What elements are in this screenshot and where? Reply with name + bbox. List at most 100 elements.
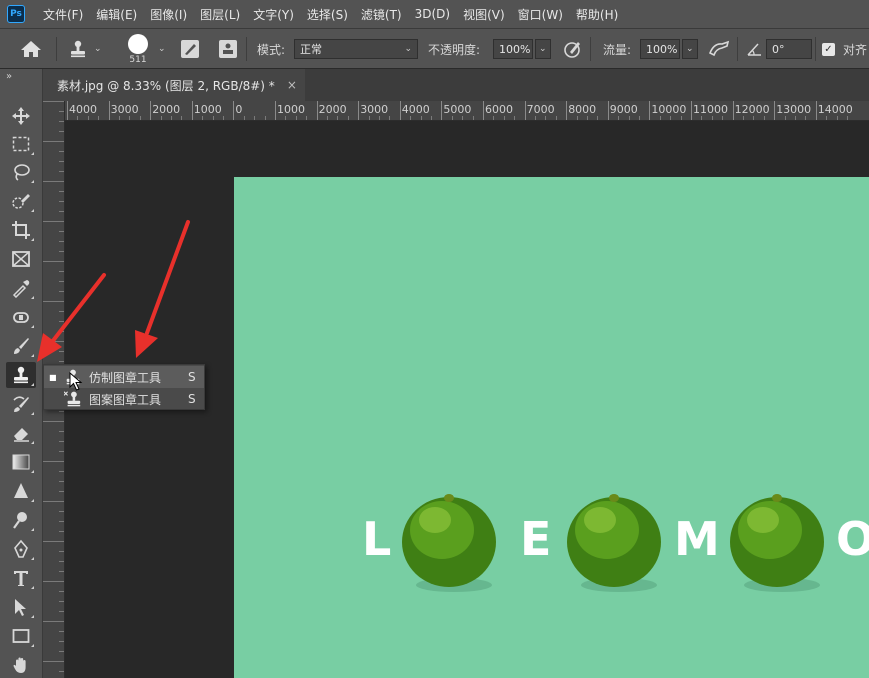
pen-tool[interactable] <box>6 536 36 562</box>
checkbox-checked-icon: ✓ <box>822 42 835 56</box>
ruler-tick-minor <box>181 116 183 120</box>
ruler-tick <box>59 241 64 242</box>
flyout-item-pattern-stamp[interactable]: 图案图章工具 S <box>44 388 204 410</box>
ruler-tick <box>59 161 64 162</box>
blur-tool[interactable] <box>6 478 36 504</box>
path-selection-tool[interactable] <box>6 594 36 620</box>
home-icon[interactable] <box>20 29 42 69</box>
tool-preset-picker[interactable]: ⌄ <box>68 29 102 69</box>
brush-preset-dropdown[interactable]: ⌄ <box>158 29 166 69</box>
collapse-panel-icon[interactable]: » <box>6 71 12 82</box>
menu-help[interactable]: 帮助(H) <box>576 6 618 23</box>
menu-type[interactable]: 文字(Y) <box>253 6 294 23</box>
menu-select[interactable]: 选择(S) <box>307 6 348 23</box>
chevron-down-icon: ⌄ <box>94 44 102 54</box>
rectangle-tool[interactable] <box>6 623 36 649</box>
mode-select[interactable]: 正常 ⌄ <box>294 29 418 69</box>
menu-image[interactable]: 图像(I) <box>150 6 187 23</box>
ruler-tick-minor <box>743 116 744 120</box>
ruler-tick <box>59 551 64 552</box>
pressure-opacity-button[interactable] <box>562 29 582 69</box>
angle-field[interactable]: 0° <box>766 29 812 69</box>
flow-field[interactable]: 100% ⌄ <box>640 29 698 69</box>
ruler-tick <box>43 461 64 462</box>
gradient-icon <box>12 454 30 470</box>
ruler-tick-minor <box>576 116 578 120</box>
brush-preset-picker[interactable]: 511 <box>128 29 148 69</box>
brush-tool[interactable] <box>6 333 36 359</box>
flow-value[interactable]: 100% <box>640 39 680 59</box>
lime-image <box>728 485 826 593</box>
opacity-value[interactable]: 100% <box>493 39 533 59</box>
menu-file[interactable]: 文件(F) <box>43 6 83 23</box>
ruler-tick <box>316 101 318 120</box>
ruler-tick-minor <box>431 116 432 120</box>
separator <box>815 37 816 61</box>
close-icon[interactable]: × <box>287 78 297 92</box>
menu-filter[interactable]: 滤镜(T) <box>361 6 402 23</box>
history-brush-tool[interactable] <box>6 391 36 417</box>
aligned-checkbox[interactable]: ✓ 对齐 <box>822 29 867 69</box>
ruler-label: 8000 <box>568 103 597 116</box>
document-tab-title: 素材.jpg @ 8.33% (图层 2, RGB/8#) * <box>57 78 275 93</box>
ruler-tick-minor <box>119 116 120 120</box>
history-brush-icon <box>13 396 29 412</box>
horizontal-ruler[interactable]: 4000 3000 2000 1000 0 1000 2000 3000 4000 5000 600… <box>65 101 869 121</box>
ruler-tick <box>607 101 609 120</box>
ruler-tick <box>43 421 64 422</box>
crop-tool[interactable] <box>6 217 36 243</box>
angle-icon <box>746 29 762 69</box>
ruler-tick-minor <box>701 116 703 120</box>
mode-label: 模式: <box>257 42 286 57</box>
eraser-tool[interactable] <box>6 420 36 446</box>
brush-panel-icon <box>181 40 199 58</box>
ruler-tick <box>59 151 64 152</box>
brush-settings-panel-button[interactable] <box>180 29 200 69</box>
opacity-dropdown[interactable]: ⌄ <box>535 39 551 59</box>
chevron-down-icon: ⌄ <box>158 44 166 54</box>
clone-source-panel-button[interactable] <box>218 29 238 69</box>
hand-tool[interactable] <box>6 652 36 678</box>
type-tool[interactable] <box>6 565 36 591</box>
ruler-tick <box>732 101 734 120</box>
ruler-tick-minor <box>285 116 287 120</box>
photoshop-logo-icon[interactable]: Ps <box>7 5 25 23</box>
menu-3d[interactable]: 3D(D) <box>415 7 450 21</box>
airbrush-button[interactable] <box>708 29 730 69</box>
ruler-tick <box>59 671 64 672</box>
angle-value[interactable]: 0° <box>766 39 812 59</box>
ruler-tick <box>275 101 276 120</box>
ruler-tick-minor <box>493 116 495 120</box>
ruler-tick <box>59 171 64 172</box>
healing-brush-tool[interactable] <box>6 304 36 330</box>
opacity-field[interactable]: 100% ⌄ <box>493 29 551 69</box>
flyout-item-clone-stamp[interactable]: ■ 仿制图章工具 S <box>44 366 204 388</box>
crop-icon <box>12 221 30 239</box>
ruler-tick-minor <box>680 116 682 120</box>
dodge-tool[interactable] <box>6 507 36 533</box>
eyedropper-tool[interactable] <box>6 275 36 301</box>
ruler-tick-minor <box>763 116 765 120</box>
menu-bar: Ps 文件(F) 编辑(E) 图像(I) 图层(L) 文字(Y) 选择(S) 滤… <box>0 0 869 28</box>
quick-selection-tool[interactable] <box>6 188 36 214</box>
clone-stamp-tool[interactable] <box>6 362 36 388</box>
opacity-label: 不透明度: <box>428 42 481 57</box>
flow-dropdown[interactable]: ⌄ <box>682 39 698 59</box>
ruler-tick-minor <box>243 116 245 120</box>
move-tool[interactable] <box>6 103 36 129</box>
ruler-tick-minor <box>139 116 141 120</box>
frame-tool[interactable] <box>6 246 36 272</box>
gradient-tool[interactable] <box>6 449 36 475</box>
marquee-tool[interactable] <box>6 131 36 157</box>
document-image[interactable]: L E M O <box>234 177 869 678</box>
ruler-tick <box>43 661 64 662</box>
ruler-tick-minor <box>98 116 100 120</box>
menu-edit[interactable]: 编辑(E) <box>96 6 137 23</box>
lasso-tool[interactable] <box>6 159 36 185</box>
menu-window[interactable]: 窗口(W) <box>518 6 563 23</box>
ruler-tick-minor <box>327 116 328 120</box>
lime-image <box>565 485 663 593</box>
menu-view[interactable]: 视图(V) <box>463 6 505 23</box>
document-tab[interactable]: 素材.jpg @ 8.33% (图层 2, RGB/8#) * × <box>43 69 305 101</box>
menu-layer[interactable]: 图层(L) <box>200 6 240 23</box>
